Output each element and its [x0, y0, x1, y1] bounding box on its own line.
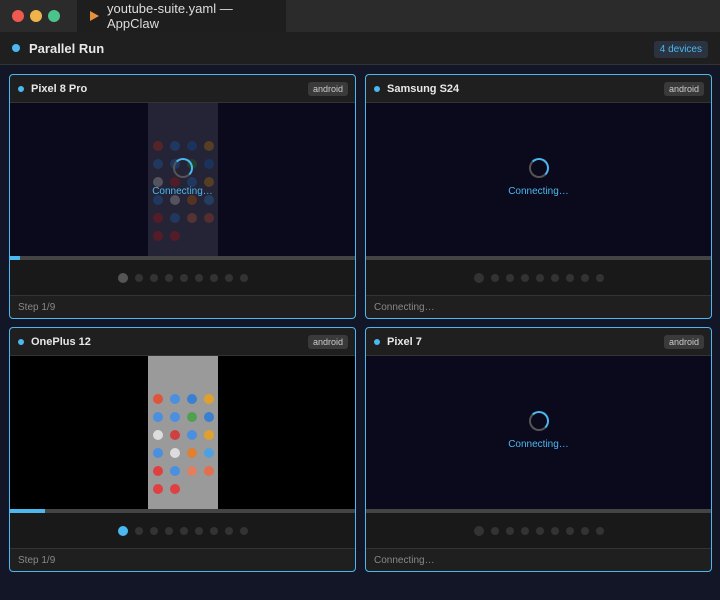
- maximize-button[interactable]: [48, 10, 60, 22]
- play-icon: [90, 11, 99, 21]
- title-bar: youtube-suite.yaml — AppClaw: [0, 0, 720, 32]
- device-card[interactable]: Pixel 8 Pro android Connecting… Step 1/9: [9, 74, 356, 319]
- device-card-header: Pixel 8 Pro android: [10, 75, 355, 103]
- minimize-button[interactable]: [30, 10, 42, 22]
- platform-badge: android: [307, 82, 348, 96]
- device-status: Step 1/9: [18, 555, 56, 566]
- status-dot-icon: [374, 338, 380, 345]
- device-screen[interactable]: [10, 356, 355, 509]
- step-dot[interactable]: [224, 273, 233, 282]
- page-title: Parallel Run: [29, 40, 105, 56]
- step-dot[interactable]: [117, 272, 128, 283]
- step-dot[interactable]: [550, 526, 559, 535]
- step-dot[interactable]: [179, 273, 188, 282]
- step-indicator: [10, 260, 355, 296]
- step-indicator: [366, 513, 711, 549]
- device-status: Connecting…: [374, 302, 435, 313]
- step-dot[interactable]: [595, 526, 604, 535]
- step-dot[interactable]: [224, 526, 233, 535]
- device-screenshot: [148, 356, 218, 509]
- step-dot[interactable]: [520, 526, 529, 535]
- connecting-label: Connecting…: [152, 186, 213, 197]
- status-dot-icon: [18, 338, 24, 345]
- step-dot[interactable]: [473, 272, 484, 283]
- device-card-header: OnePlus 12 android: [10, 328, 355, 356]
- step-dot[interactable]: [209, 526, 218, 535]
- device-name: OnePlus 12: [31, 335, 91, 348]
- device-count-badge: 4 devices: [653, 41, 708, 58]
- step-dot[interactable]: [565, 273, 574, 282]
- status-dot-icon: [18, 85, 24, 92]
- device-screen[interactable]: Connecting…: [366, 356, 711, 509]
- platform-badge: android: [663, 335, 704, 349]
- step-dot[interactable]: [239, 273, 248, 282]
- platform-badge: android: [663, 82, 704, 96]
- step-dot[interactable]: [134, 526, 143, 535]
- device-card[interactable]: Samsung S24 android Connecting… Connecti…: [365, 74, 712, 319]
- step-dot[interactable]: [550, 273, 559, 282]
- loading-spinner-icon: [528, 158, 549, 178]
- device-name: Pixel 7: [387, 335, 422, 348]
- platform-badge: android: [307, 335, 348, 349]
- loading-spinner-icon: [528, 411, 549, 431]
- run-header: Parallel Run 4 devices: [0, 32, 720, 65]
- step-dot[interactable]: [164, 526, 173, 535]
- step-dot[interactable]: [473, 525, 484, 536]
- connecting-label: Connecting…: [508, 439, 569, 450]
- step-dot[interactable]: [505, 526, 514, 535]
- step-dot[interactable]: [209, 273, 218, 282]
- step-indicator: [366, 260, 711, 296]
- device-name: Pixel 8 Pro: [31, 82, 88, 95]
- status-dot-icon: [12, 44, 20, 52]
- step-dot[interactable]: [535, 273, 544, 282]
- step-dot[interactable]: [595, 273, 604, 282]
- step-dot[interactable]: [490, 273, 499, 282]
- step-dot[interactable]: [134, 273, 143, 282]
- connecting-label: Connecting…: [508, 186, 569, 197]
- step-dot[interactable]: [505, 273, 514, 282]
- step-dot[interactable]: [117, 525, 128, 536]
- device-card[interactable]: OnePlus 12 android Step 1/9: [9, 327, 356, 572]
- device-card-header: Pixel 7 android: [366, 328, 711, 356]
- step-indicator: [10, 513, 355, 549]
- device-name: Samsung S24: [387, 82, 460, 95]
- step-dot[interactable]: [194, 273, 203, 282]
- step-dot[interactable]: [194, 526, 203, 535]
- step-dot[interactable]: [565, 526, 574, 535]
- device-screen[interactable]: Connecting…: [10, 103, 355, 256]
- step-dot[interactable]: [149, 273, 158, 282]
- device-card[interactable]: Pixel 7 android Connecting… Connecting…: [365, 327, 712, 572]
- step-dot[interactable]: [580, 526, 589, 535]
- loading-spinner-icon: [172, 158, 193, 178]
- window-tab[interactable]: youtube-suite.yaml — AppClaw: [77, 0, 286, 32]
- step-dot[interactable]: [520, 273, 529, 282]
- step-dot[interactable]: [164, 273, 173, 282]
- status-dot-icon: [374, 85, 380, 92]
- step-dot[interactable]: [535, 526, 544, 535]
- device-status: Step 1/9: [18, 302, 56, 313]
- device-screen[interactable]: Connecting…: [366, 103, 711, 256]
- step-dot[interactable]: [179, 526, 188, 535]
- device-card-header: Samsung S24 android: [366, 75, 711, 103]
- close-button[interactable]: [12, 10, 24, 22]
- step-dot[interactable]: [580, 273, 589, 282]
- window-title: youtube-suite.yaml — AppClaw: [107, 1, 233, 31]
- step-dot[interactable]: [239, 526, 248, 535]
- step-dot[interactable]: [149, 526, 158, 535]
- step-dot[interactable]: [490, 526, 499, 535]
- device-status: Connecting…: [374, 555, 435, 566]
